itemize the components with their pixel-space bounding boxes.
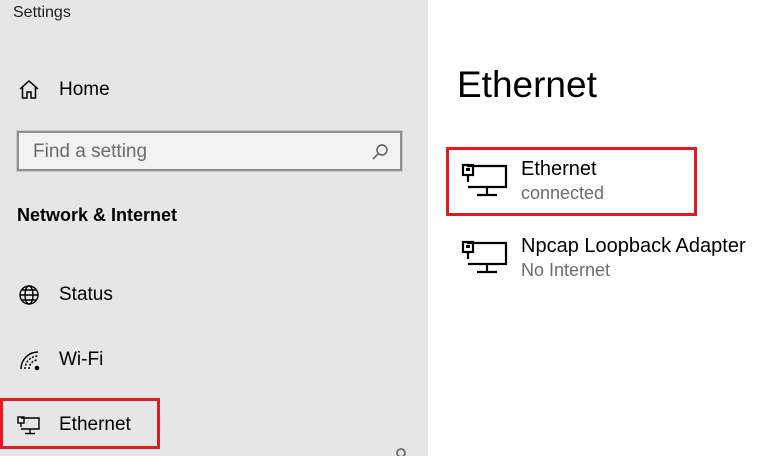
- home-icon: [16, 77, 42, 103]
- sidebar-item-label: Status: [59, 284, 113, 305]
- sidebar: Settings Home Network & Internet: [0, 0, 428, 456]
- adapter-status: connected: [521, 183, 605, 203]
- adapter-name: Ethernet: [521, 158, 597, 180]
- sidebar-item-ethernet[interactable]: Ethernet: [0, 405, 428, 445]
- sidebar-item-label: Wi-Fi: [59, 349, 104, 370]
- sidebar-item-status[interactable]: Status: [0, 275, 428, 315]
- globe-icon: [16, 282, 42, 308]
- sidebar-item-label: Ethernet: [59, 414, 131, 435]
- adapter-name: Npcap Loopback Adapter: [521, 235, 746, 257]
- sidebar-item-label: Home: [59, 79, 110, 100]
- page-title: Ethernet: [457, 64, 597, 105]
- adapter-item-npcap[interactable]: Npcap Loopback Adapter No Internet: [448, 227, 748, 289]
- adapter-status: No Internet: [521, 260, 611, 280]
- ethernet-icon: [16, 412, 42, 438]
- scroll-indicator: [396, 448, 406, 456]
- adapter-item-ethernet[interactable]: Ethernet connected: [448, 150, 748, 212]
- search-icon[interactable]: [370, 142, 390, 162]
- sidebar-item-home[interactable]: Home: [0, 70, 428, 110]
- app-title: Settings: [13, 4, 71, 21]
- search-input[interactable]: [33, 139, 363, 165]
- section-heading: Network & Internet: [17, 205, 178, 225]
- ethernet-monitor-icon: [461, 159, 509, 199]
- search-field[interactable]: [16, 130, 403, 172]
- ethernet-monitor-icon: [461, 236, 509, 276]
- wifi-icon: [16, 347, 42, 373]
- sidebar-item-wifi[interactable]: Wi-Fi: [0, 340, 428, 380]
